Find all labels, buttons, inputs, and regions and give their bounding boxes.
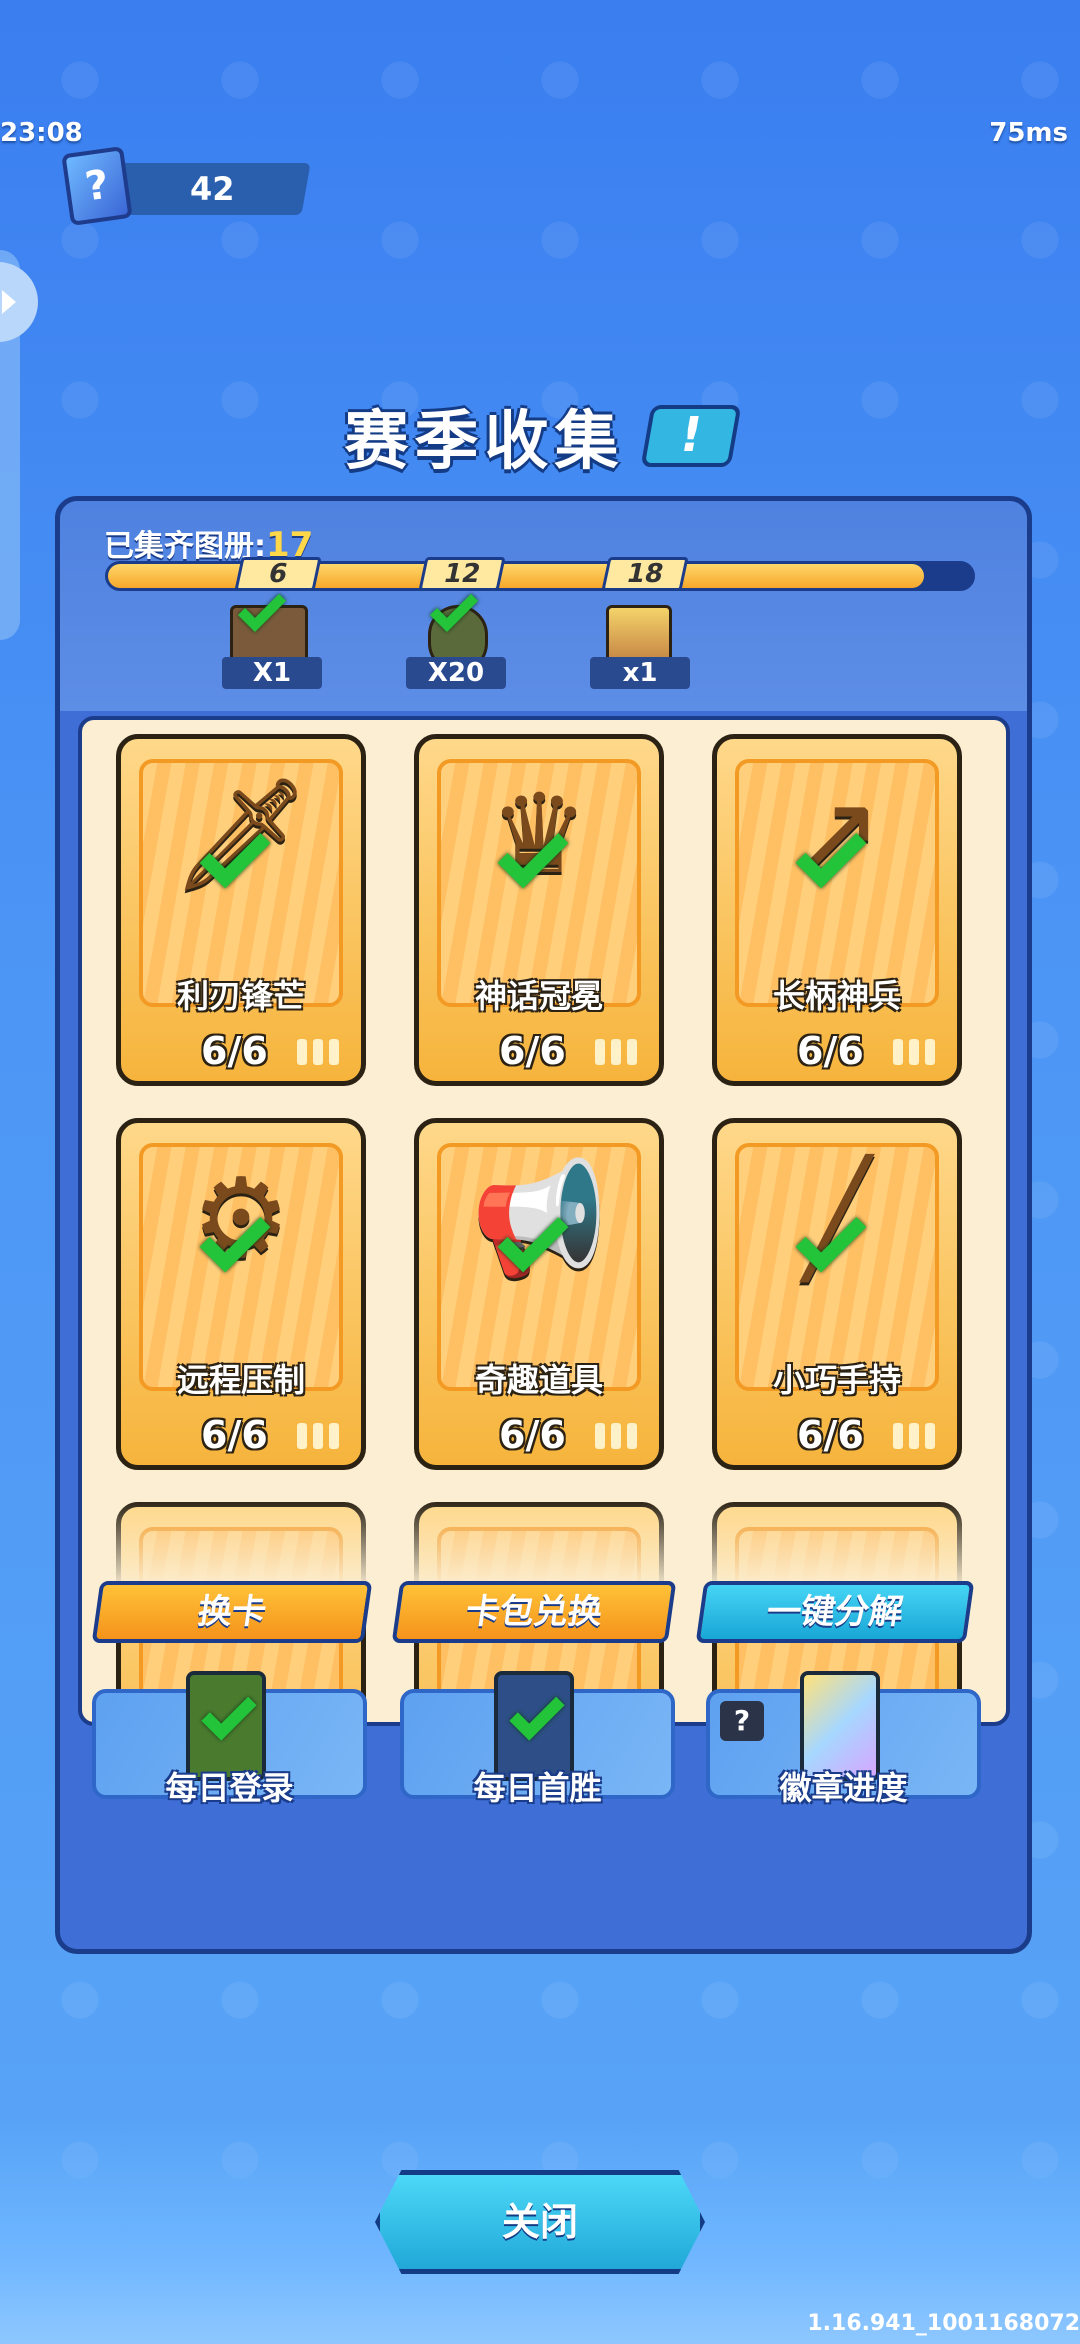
card-pips bbox=[595, 1039, 637, 1065]
collection-progress-fill bbox=[108, 564, 924, 588]
close-button[interactable]: 关闭 bbox=[375, 2170, 705, 2274]
card-pips bbox=[297, 1423, 339, 1449]
card-pips bbox=[297, 1039, 339, 1065]
card-name: 小巧手持 bbox=[772, 1361, 901, 1399]
badge-progress-card[interactable]: ? 徽章进度 bbox=[706, 1671, 981, 1807]
card-name: 利刃锋芒 bbox=[176, 977, 305, 1015]
card-pips bbox=[595, 1423, 637, 1449]
bonus-label: 每日首胜 bbox=[473, 1769, 602, 1807]
bonus-label: 每日登录 bbox=[165, 1769, 294, 1807]
collection-progress-section: 已集齐图册:17 6 12 18 X1 X20 x1 bbox=[60, 501, 1027, 711]
collection-card[interactable]: ↗ 长柄神兵 6/6 bbox=[712, 734, 962, 1086]
card-count: 6/6 bbox=[499, 1029, 566, 1073]
side-drawer-arrow-icon[interactable] bbox=[0, 262, 38, 342]
ping-indicator: 75ms bbox=[989, 118, 1068, 148]
question-icon[interactable]: ? bbox=[720, 1701, 764, 1741]
card-pips bbox=[893, 1039, 935, 1065]
clock: 23:08 bbox=[0, 118, 83, 148]
card-count: 6/6 bbox=[797, 1029, 864, 1073]
version-label: 1.16.941_1001168072 bbox=[807, 2311, 1080, 2336]
one-click-decompose-button[interactable]: 一键分解 bbox=[695, 1581, 975, 1643]
bonus-label: 徽章进度 bbox=[779, 1769, 908, 1807]
swap-card-button[interactable]: 换卡 bbox=[91, 1581, 373, 1643]
currency-value: 42 bbox=[190, 170, 235, 208]
daily-login-card[interactable]: 每日登录 bbox=[92, 1671, 367, 1807]
collection-card[interactable]: ♛ 神话冠冕 6/6 bbox=[414, 734, 664, 1086]
card-name: 奇趣道具 bbox=[474, 1361, 603, 1399]
page-title: 赛季收集 bbox=[344, 405, 625, 479]
milestone-tag: 6 bbox=[234, 557, 322, 591]
milestone-tag: 18 bbox=[601, 557, 689, 591]
card-name: 远程压制 bbox=[176, 1361, 305, 1399]
collection-card[interactable]: ⚙ 远程压制 6/6 bbox=[116, 1118, 366, 1470]
question-card-icon: ? bbox=[61, 146, 133, 226]
card-count: 6/6 bbox=[201, 1029, 268, 1073]
card-count: 6/6 bbox=[499, 1413, 566, 1457]
card-count: 6/6 bbox=[201, 1413, 268, 1457]
collection-card[interactable]: 🗡 利刃锋芒 6/6 bbox=[116, 734, 366, 1086]
reward-label: x1 bbox=[590, 657, 690, 689]
card-grid: 🗡 利刃锋芒 6/6 ♛ 神话冠冕 6/6 ↗ 长柄神兵 6/6 ⚙ 远程压制 bbox=[78, 716, 1010, 1726]
card-pack-exchange-button[interactable]: 卡包兑换 bbox=[391, 1581, 677, 1643]
collection-card[interactable]: ╱ 小巧手持 6/6 bbox=[712, 1118, 962, 1470]
title-row: 赛季收集 ! bbox=[0, 390, 1080, 482]
reward-label: X20 bbox=[406, 657, 506, 689]
daily-first-win-card[interactable]: 每日首胜 bbox=[400, 1671, 675, 1807]
info-button[interactable]: ! bbox=[640, 405, 742, 467]
reward-label: X1 bbox=[222, 657, 322, 689]
collection-card[interactable]: 📢 奇趣道具 6/6 bbox=[414, 1118, 664, 1470]
card-name: 神话冠冕 bbox=[474, 977, 603, 1015]
collection-panel: 已集齐图册:17 6 12 18 X1 X20 x1 🗡 利刃锋芒 6/6 ♛ bbox=[55, 496, 1032, 1954]
grid-fade-overlay bbox=[82, 1500, 1006, 1590]
card-name: 长柄神兵 bbox=[772, 977, 901, 1015]
card-count: 6/6 bbox=[797, 1413, 864, 1457]
card-pips bbox=[893, 1423, 935, 1449]
